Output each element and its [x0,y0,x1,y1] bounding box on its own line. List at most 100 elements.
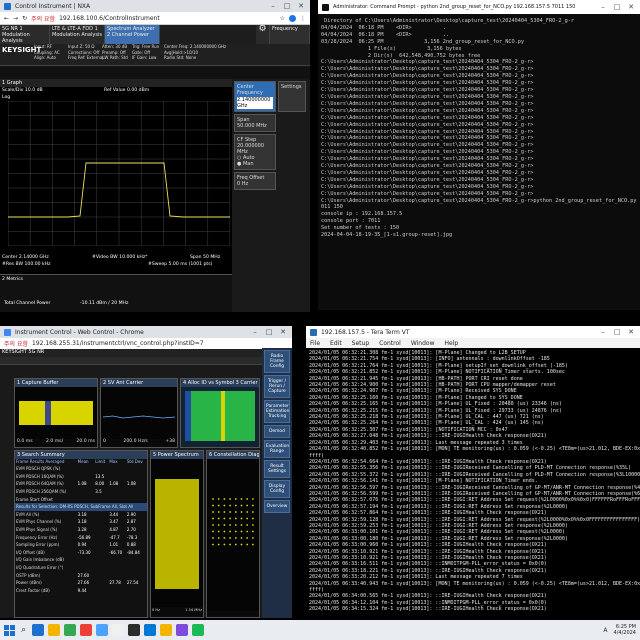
taskbar-app-icon[interactable] [128,624,141,636]
taskbar-app-icon[interactable] [64,624,77,636]
taskbar-app-icon[interactable] [48,624,61,636]
close-icon[interactable]: ✕ [278,328,288,336]
start-icon[interactable] [4,624,15,636]
taskbar-app-icon[interactable] [144,624,157,636]
maximize-icon[interactable]: □ [612,3,622,11]
constellation-point [246,524,249,526]
constellation-point [240,524,243,526]
menu-icon[interactable]: ⋮ [300,15,306,22]
constellation-point [234,504,237,507]
taskbar-app-icon[interactable] [112,624,125,636]
table-cell: -47.7 [109,534,120,540]
table-cell: 2.87 [126,519,136,525]
params-col3: Atten: 30 dB Preamp: Off µW Path: Std [102,44,128,60]
constellation-point [212,517,214,520]
constellation-point [234,498,237,500]
table-cell [94,465,108,473]
forward-icon[interactable]: → [13,15,18,22]
tt-menu-file[interactable]: File [310,340,320,347]
table-cell [126,473,147,481]
insecure-warning[interactable]: 주의 요함 [31,14,55,23]
cmd-line: C:\Users\Administrator\Desktop\capture_t… [321,135,534,142]
minimize-icon[interactable]: – [598,328,608,336]
side-button[interactable]: Evaluation Range [264,440,290,458]
table-cell [108,587,126,595]
close-icon[interactable]: ✕ [626,3,636,11]
wc-url[interactable]: 192.168.255.31/instrumentctrl/vnc_contro… [32,340,204,347]
search-icon[interactable]: ⌕ [21,625,26,635]
cf-step-key[interactable]: CF Step 20.000000 MHz ○ Auto ● Man [234,134,276,170]
close-icon[interactable]: ✕ [296,2,306,10]
tt-title: 192.168.157.5 - Tera Term VT [321,328,410,336]
tab-lte[interactable]: LTE & LTE-A FDD 1 Modulation Analysis [50,25,105,44]
tt-menu-help[interactable]: Help [445,340,459,347]
profile-icon[interactable] [289,14,296,22]
close-icon[interactable]: ✕ [626,328,636,336]
title-bar: Control Instrument | NXA – □ ✕ [0,0,310,12]
tt-menu-window[interactable]: Window [411,340,435,347]
constellation-point [246,504,249,507]
table-cell: 3.5 [95,488,102,494]
back-icon[interactable]: ← [4,15,9,22]
scale-label: Scale/Div 10.0 dB [2,88,43,93]
constellation-point [229,530,231,533]
side-button[interactable]: Radio Frame Config [264,350,290,373]
side-button[interactable]: Display Config [264,480,290,498]
side-button[interactable]: Trigger / Rerun / Capture [264,375,290,398]
minimize-icon[interactable]: – [598,3,608,11]
constellation-point [240,504,243,507]
reload-icon[interactable]: ↻ [22,15,27,22]
side-button[interactable]: Parameter Estimation Tracking [264,400,290,423]
table-row: EVM PDSCH 16QAM (%) 13.5 [15,473,147,481]
constellation-point [252,517,254,520]
constellation-point [234,537,237,539]
tt-output[interactable]: 2024/01/05 06:32:21.308 fm-1 sysd[10013]… [306,348,640,615]
table-cell: 3.18 [77,519,87,525]
center-frequency-key[interactable]: Center Frequency 2.140000000 GHz [234,81,276,112]
table-cell: Power (dBm) [16,580,42,586]
table-cell: 27.78 [109,580,121,586]
star-icon[interactable]: ☆ [280,15,285,22]
language-indicator[interactable]: A [603,627,607,634]
constellation-point [240,530,243,533]
summary-title: 3 Search Summary [15,451,147,459]
tab-spectrum[interactable]: Spectrum Analyzer 2 Channel Power [105,25,160,44]
ps-axis-div: 1.54 MHz [185,608,202,612]
taskbar-app-icon[interactable] [96,624,109,636]
span-key[interactable]: Span 50.000 MHz [234,114,276,132]
side-button[interactable]: Demod [264,425,290,438]
settings-key[interactable]: Settings [278,81,306,112]
side-button[interactable]: Result Settings [264,460,290,478]
side-button[interactable]: Overview [264,500,290,513]
tt-menu-setup[interactable]: Setup [352,340,369,347]
metrics-bar: 2 Metrics Total Channel Power -10.11 dBm… [0,274,232,312]
taskbar-app-icon[interactable] [80,624,93,636]
maximize-icon[interactable]: □ [264,328,274,336]
capture-plot [15,387,97,439]
constellation-point [240,537,243,539]
table-row: Crest Factor (dB) 9.44 [15,587,147,595]
url-field[interactable]: 192.168.100.6/ControlInstrument [59,15,276,22]
power-spectrum-panel: 5 Power Spectrum 0 Hz 1.54 MHz [150,450,204,618]
freq-offset-key[interactable]: Freq Offset 0 Hz [234,172,276,190]
cmd-output[interactable]: Directory of C:\Users\Administrator\Desk… [318,14,640,243]
menu-frequency[interactable]: Frequency [270,25,310,44]
taskbar-app-icon[interactable] [32,624,45,636]
cmd-line: 2024-04-04-18-19-35_[1-s1.group-reset].j… [321,232,453,239]
cmd-title: Administrator: Command Prompt - python 2… [333,4,576,10]
tt-menu-control[interactable]: Control [379,340,401,347]
minimize-icon[interactable]: – [268,2,278,10]
tt-menu-edit[interactable]: Edit [330,340,342,347]
taskbar-app-icon[interactable] [176,624,189,636]
maximize-icon[interactable]: □ [282,2,292,10]
wc-insecure[interactable]: 주의 요함 [4,339,28,348]
table-row: EVM Phys Channel (%) 3.18 3.47 2.87 [15,518,147,526]
table-cell [94,572,108,580]
maximize-icon[interactable]: □ [612,328,622,336]
gear-icon[interactable]: ⚙ [256,25,270,44]
taskbar-app-icon[interactable] [192,624,205,636]
clock[interactable]: 6:25 PM 4/4/2024 [614,624,636,636]
taskbar-app-icon[interactable] [160,624,173,636]
minimize-icon[interactable]: – [250,328,260,336]
tab-5gnr[interactable]: 5G NR 1 Modulation Analysis [0,25,50,44]
